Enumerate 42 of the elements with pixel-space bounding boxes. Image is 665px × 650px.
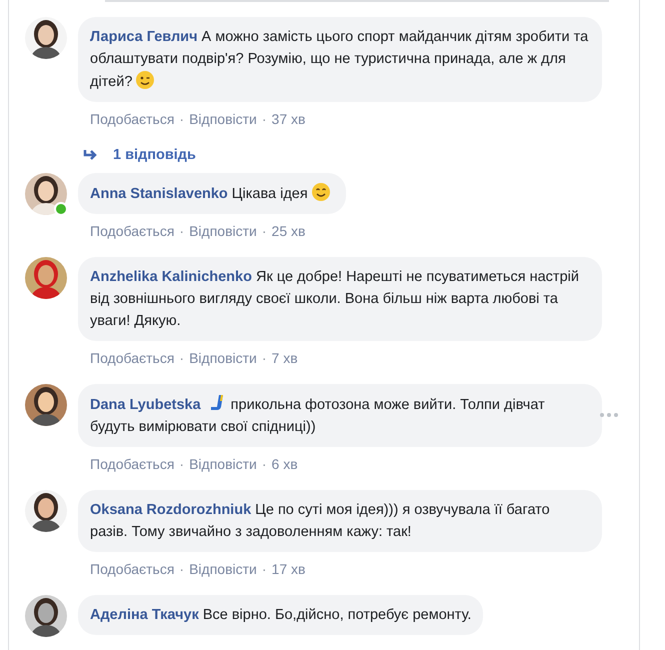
reply-arrow-icon xyxy=(83,149,99,161)
more-options-icon[interactable] xyxy=(599,412,619,418)
author-name-link[interactable]: Oksana Rozdorozhniuk xyxy=(90,502,252,518)
separator-dot: · xyxy=(179,456,184,472)
comment-text: Лариса Гевлич А можно замість цього спорт майданчик дітям зробити та облаштувати подвір'я? Розумію, що не туристична принада, але ж для дітей? xyxy=(90,29,588,90)
comment-action-link[interactable]: Відповісти xyxy=(189,223,257,239)
comment-text: Anzhelika Kalinichenko Як це добре! Нарешті не псуватиметься настрій від зовнішнього вигляду своєї школи. Вона більш ніж варта любові та уваги! Дякую. xyxy=(90,269,579,329)
timestamp-link[interactable]: 6 хв xyxy=(272,456,298,472)
comment-text: Аделіна Ткачук Все вірно. Бо,дійсно, потребує ремонту. xyxy=(90,607,472,623)
author-name-link[interactable]: Anna Stanislavenko xyxy=(90,186,228,202)
timestamp-link[interactable]: 25 хв xyxy=(272,223,306,239)
author-name-link[interactable]: Dana Lyubetska xyxy=(90,397,201,413)
winking-face-icon xyxy=(135,70,156,90)
author-name-link[interactable]: Аделіна Ткачук xyxy=(90,607,199,623)
separator-dot: · xyxy=(179,223,184,239)
comment-action-link[interactable]: Подобається xyxy=(90,456,174,472)
comment-text: Oksana Rozdorozhniuk Це по суті моя ідея))) я озвучувала її багато разів. Тому звичайно з задоволенням кажу: так! xyxy=(90,502,550,540)
comment-action-link[interactable]: Подобається xyxy=(90,350,174,366)
separator-dot: · xyxy=(179,350,184,366)
comment-action-link[interactable]: Подобається xyxy=(90,111,174,127)
separator-dot: · xyxy=(262,223,267,239)
separator-dot: · xyxy=(262,456,267,472)
comment-action-link[interactable]: Відповісти xyxy=(189,350,257,366)
separator-dot: · xyxy=(179,111,184,127)
smiling-face-icon xyxy=(310,182,331,202)
timestamp-link[interactable]: 17 хв xyxy=(272,561,306,577)
comment-action-link[interactable]: Відповісти xyxy=(189,456,257,472)
comment-action-link[interactable]: Подобається xyxy=(90,223,174,239)
comment-text: Anna Stanislavenko Цікава ідея xyxy=(90,186,334,202)
replies-link[interactable]: 1 відповідь xyxy=(83,147,196,163)
author-name-link[interactable]: Anzhelika Kalinichenko xyxy=(90,269,252,285)
timestamp-link[interactable]: 7 хв xyxy=(272,350,298,366)
author-name-link[interactable]: Лариса Гевлич xyxy=(90,29,198,45)
separator-dot: · xyxy=(262,111,267,127)
separator-dot: · xyxy=(179,561,184,577)
comment-text: Dana Lyubetska прикольна фотозона може вийти. Толпи дівчат будуть вимірювати свої спідниці)) xyxy=(90,397,545,435)
comment-action-link[interactable]: Відповісти xyxy=(189,111,257,127)
timestamp-link[interactable]: 37 хв xyxy=(272,111,306,127)
separator-dot: · xyxy=(262,561,267,577)
separator-dot: · xyxy=(262,350,267,366)
comment-action-link[interactable]: Подобається xyxy=(90,561,174,577)
comment-action-link[interactable]: Відповісти xyxy=(189,561,257,577)
